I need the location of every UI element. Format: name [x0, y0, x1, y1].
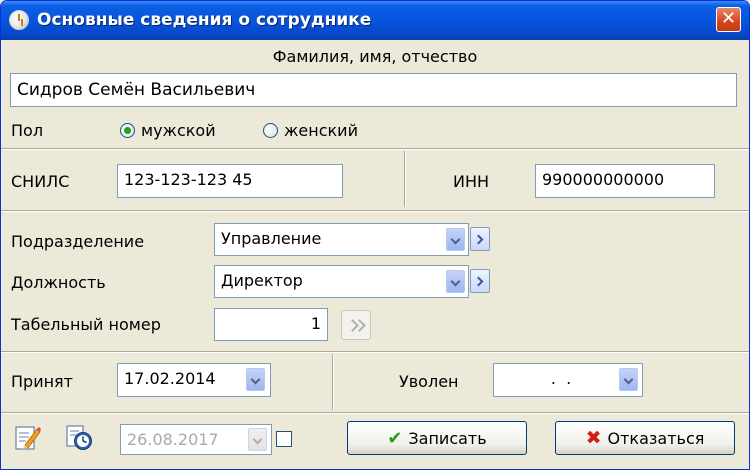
tabnum-next-button[interactable] — [341, 310, 371, 340]
save-button-label: Записать — [408, 428, 487, 448]
edit-document-icon[interactable] — [13, 423, 41, 451]
divider — [1, 210, 749, 212]
history-clock-icon[interactable] — [65, 423, 93, 451]
radio-female-label[interactable]: женский — [284, 121, 358, 140]
check-icon: ✔ — [387, 427, 403, 449]
divider — [1, 351, 749, 353]
divider — [1, 148, 749, 150]
fio-heading: Фамилия, имя, отчество — [272, 47, 478, 66]
job-dropdown-button[interactable] — [446, 270, 465, 293]
department-label: Подразделение — [11, 232, 145, 251]
footer-date-checkbox[interactable] — [276, 431, 292, 447]
cross-icon: ✖ — [585, 427, 602, 449]
radio-female[interactable] — [263, 123, 278, 138]
fired-label: Уволен — [399, 372, 459, 391]
department-dropdown-button[interactable] — [446, 228, 465, 251]
department-open-button[interactable] — [470, 227, 490, 251]
footer-date-dropdown-button — [248, 428, 267, 451]
department-select[interactable]: Управление — [214, 223, 469, 256]
inn-label: ИНН — [453, 172, 490, 191]
hired-label: Принят — [11, 372, 73, 391]
job-open-button[interactable] — [470, 269, 490, 293]
cancel-button[interactable]: ✖ Отказаться — [555, 421, 735, 455]
fired-date-dropdown-button[interactable] — [619, 368, 638, 391]
divider — [1, 412, 749, 414]
divider — [332, 354, 334, 410]
divider — [404, 151, 406, 207]
job-label: Должность — [11, 273, 106, 292]
snils-label: СНИЛС — [11, 172, 70, 191]
save-button[interactable]: ✔ Записать — [347, 421, 527, 455]
title-bar[interactable]: Основные сведения о сотруднике ✕ — [1, 1, 749, 40]
gender-label: Пол — [11, 121, 44, 140]
fio-field[interactable]: Сидров Семён Васильевич — [10, 73, 737, 107]
radio-male-label[interactable]: мужской — [141, 121, 216, 140]
close-button[interactable]: ✕ — [716, 7, 741, 32]
tabnum-field[interactable]: 1 — [214, 308, 328, 341]
window-title: Основные сведения о сотруднике — [37, 10, 372, 30]
hired-date-dropdown-button[interactable] — [246, 368, 265, 391]
app-clock-icon — [9, 10, 29, 30]
inn-field[interactable]: 990000000000 — [535, 164, 715, 198]
employee-dialog-window: Основные сведения о сотруднике ✕ Фамилия… — [0, 0, 750, 470]
radio-male[interactable] — [120, 123, 135, 138]
job-select[interactable]: Директор — [214, 265, 469, 298]
snils-field[interactable]: 123-123-123 45 — [117, 164, 343, 198]
cancel-button-label: Отказаться — [607, 428, 705, 448]
tabnum-label: Табельный номер — [11, 315, 161, 334]
